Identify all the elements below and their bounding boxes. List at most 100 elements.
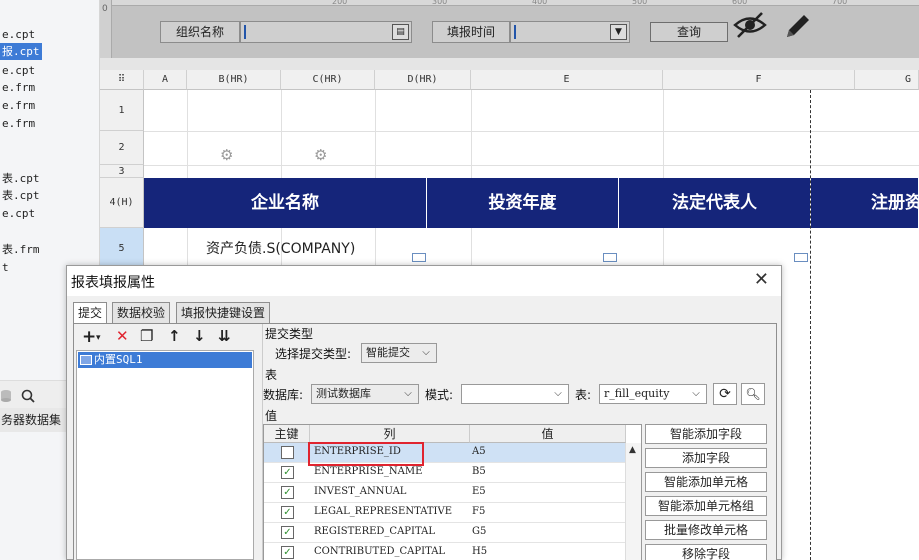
- column-header[interactable]: G: [855, 70, 919, 90]
- grid-corner[interactable]: ⠿: [100, 70, 144, 90]
- submit-list-toolbar: + ▾ ✕ ❐ ↑ ↓ ⇊: [76, 326, 254, 350]
- chevron-down-icon[interactable]: ▼: [610, 24, 627, 40]
- primary-key-checkbox[interactable]: [281, 446, 294, 459]
- primary-key-checkbox[interactable]: ✓: [281, 526, 294, 539]
- file-item[interactable]: 表.cpt: [0, 170, 40, 187]
- table-preview-icon[interactable]: 🔍︎: [741, 383, 765, 405]
- chevron-down-icon[interactable]: ▾: [96, 333, 101, 343]
- sql-icon: [80, 355, 92, 365]
- fill-time-input[interactable]: ▼: [510, 21, 630, 43]
- field-mapping-table: 主键 列 值 ENTERPRISE_ID A5 ✓ ENTERPRISE_NAM…: [263, 424, 642, 560]
- chevron-down-icon: ⌵: [404, 388, 412, 399]
- file-item[interactable]: e.frm: [0, 97, 35, 114]
- column-header[interactable]: E: [471, 70, 663, 90]
- primary-key-checkbox[interactable]: ✓: [281, 466, 294, 479]
- submit-type-select[interactable]: 智能提交 ⌵: [361, 343, 437, 363]
- header-cell-enterprise-name[interactable]: 企业名称: [144, 178, 427, 228]
- cell-value: B5: [472, 466, 486, 477]
- tree-picker-icon[interactable]: ▤: [392, 24, 409, 40]
- cell-b5[interactable]: 资产负债.S(COMPANY): [206, 238, 355, 258]
- arrow-up-icon[interactable]: ↑: [168, 327, 181, 345]
- chevron-down-icon: ⌵: [554, 388, 562, 399]
- col-header-value[interactable]: 值: [470, 425, 626, 443]
- search-icon[interactable]: [21, 389, 35, 403]
- column-header[interactable]: C(HR): [281, 70, 375, 90]
- column-name: LEGAL_REPRESENTATIVE: [314, 506, 453, 517]
- report-grid: ⠿ A B(HR) C(HR) D(HR) E F G 1 2 3 4(H) 5…: [100, 70, 919, 270]
- table-row[interactable]: ✓ INVEST_ANNUAL E5: [264, 483, 626, 503]
- table-scrollbar[interactable]: ▲: [625, 443, 641, 560]
- row-header[interactable]: 3: [100, 165, 144, 178]
- table-select[interactable]: r_fill_equity ⌵: [599, 384, 707, 404]
- copy-icon[interactable]: ❐: [140, 327, 153, 345]
- row-header[interactable]: 1: [100, 90, 144, 131]
- row-header[interactable]: 4(H): [100, 178, 144, 228]
- chevron-up-icon[interactable]: ▲: [629, 445, 636, 455]
- value-section: 值: [265, 409, 278, 423]
- file-item[interactable]: 表.frm: [0, 241, 40, 258]
- arrow-down-icon[interactable]: ↓: [193, 327, 206, 345]
- col-header-primary-key[interactable]: 主键: [264, 425, 310, 443]
- smart-add-fields-button[interactable]: 智能添加字段: [645, 424, 767, 444]
- delete-icon[interactable]: ✕: [116, 327, 129, 345]
- row-header[interactable]: 5: [100, 228, 144, 270]
- col-header-column[interactable]: 列: [310, 425, 470, 443]
- schema-select[interactable]: ⌵: [461, 384, 569, 404]
- file-item[interactable]: e.frm: [0, 115, 35, 132]
- file-item[interactable]: e.frm: [0, 79, 35, 96]
- file-item-selected[interactable]: 报.cpt: [0, 43, 42, 60]
- database-select[interactable]: 测试数据库 ⌵: [311, 384, 419, 404]
- file-item[interactable]: 表.cpt: [0, 187, 40, 204]
- tab-submit[interactable]: 提交: [73, 302, 108, 325]
- batch-modify-cells-button[interactable]: 批量修改单元格: [645, 520, 767, 540]
- file-item[interactable]: e.cpt: [0, 62, 35, 79]
- pencil-icon[interactable]: [782, 10, 814, 42]
- column-header[interactable]: D(HR): [375, 70, 471, 90]
- org-name-input[interactable]: ▤: [240, 21, 412, 43]
- table-row[interactable]: ✓ CONTRIBUTED_CAPITAL H5: [264, 543, 626, 560]
- list-item-builtin-sql[interactable]: 内置SQL1: [78, 352, 252, 368]
- smart-add-cell-group-button[interactable]: 智能添加单元格组: [645, 496, 767, 516]
- database-label: 数据库:: [263, 388, 304, 402]
- file-item[interactable]: t: [0, 259, 9, 276]
- primary-key-checkbox[interactable]: ✓: [281, 486, 294, 499]
- grid-line: [144, 131, 919, 132]
- column-header[interactable]: B(HR): [187, 70, 281, 90]
- primary-key-checkbox[interactable]: ✓: [281, 546, 294, 559]
- row-header[interactable]: 2: [100, 131, 144, 165]
- sort-icon[interactable]: ⇊: [218, 327, 231, 345]
- text-caret: [244, 25, 246, 39]
- add-icon[interactable]: +: [82, 327, 96, 347]
- refresh-icon[interactable]: ⟳: [713, 383, 737, 405]
- table-section: 表: [265, 368, 278, 382]
- smart-add-cells-button[interactable]: 智能添加单元格: [645, 472, 767, 492]
- column-header[interactable]: A: [144, 70, 187, 90]
- cell-value: E5: [472, 486, 486, 497]
- close-icon[interactable]: ✕: [754, 269, 769, 290]
- header-cell-registered-capital[interactable]: 注册资: [811, 178, 919, 228]
- tab-data-validation[interactable]: 数据校验: [112, 302, 171, 324]
- database-icon[interactable]: [0, 389, 12, 403]
- table-row[interactable]: ✓ LEGAL_REPRESENTATIVE F5: [264, 503, 626, 523]
- file-item[interactable]: e.cpt: [0, 26, 35, 43]
- chevron-down-icon: ⌵: [692, 388, 700, 399]
- eye-hidden-icon[interactable]: [732, 10, 768, 40]
- column-name: CONTRIBUTED_CAPITAL: [314, 546, 446, 557]
- table-row[interactable]: ✓ REGISTERED_CAPITAL G5: [264, 523, 626, 543]
- add-field-button[interactable]: 添加字段: [645, 448, 767, 468]
- primary-key-checkbox[interactable]: ✓: [281, 506, 294, 519]
- database-value: 测试数据库: [316, 387, 371, 400]
- tab-fill-shortcuts[interactable]: 填报快捷键设置: [176, 302, 271, 324]
- remove-field-button[interactable]: 移除字段: [645, 544, 767, 560]
- widget-marker: [794, 253, 808, 262]
- submit-list: 内置SQL1: [76, 350, 254, 560]
- column-header[interactable]: F: [663, 70, 855, 90]
- submit-type-section: 提交类型: [265, 327, 314, 341]
- header-cell-legal-rep[interactable]: 法定代表人: [619, 178, 811, 228]
- header-cell-invest-year[interactable]: 投资年度: [427, 178, 619, 228]
- file-item[interactable]: e.cpt: [0, 205, 35, 222]
- column-name: INVEST_ANNUAL: [314, 486, 407, 497]
- table-row[interactable]: ✓ ENTERPRISE_NAME B5: [264, 463, 626, 483]
- annotation-highlight: [308, 442, 424, 466]
- query-button[interactable]: 查询: [650, 22, 728, 42]
